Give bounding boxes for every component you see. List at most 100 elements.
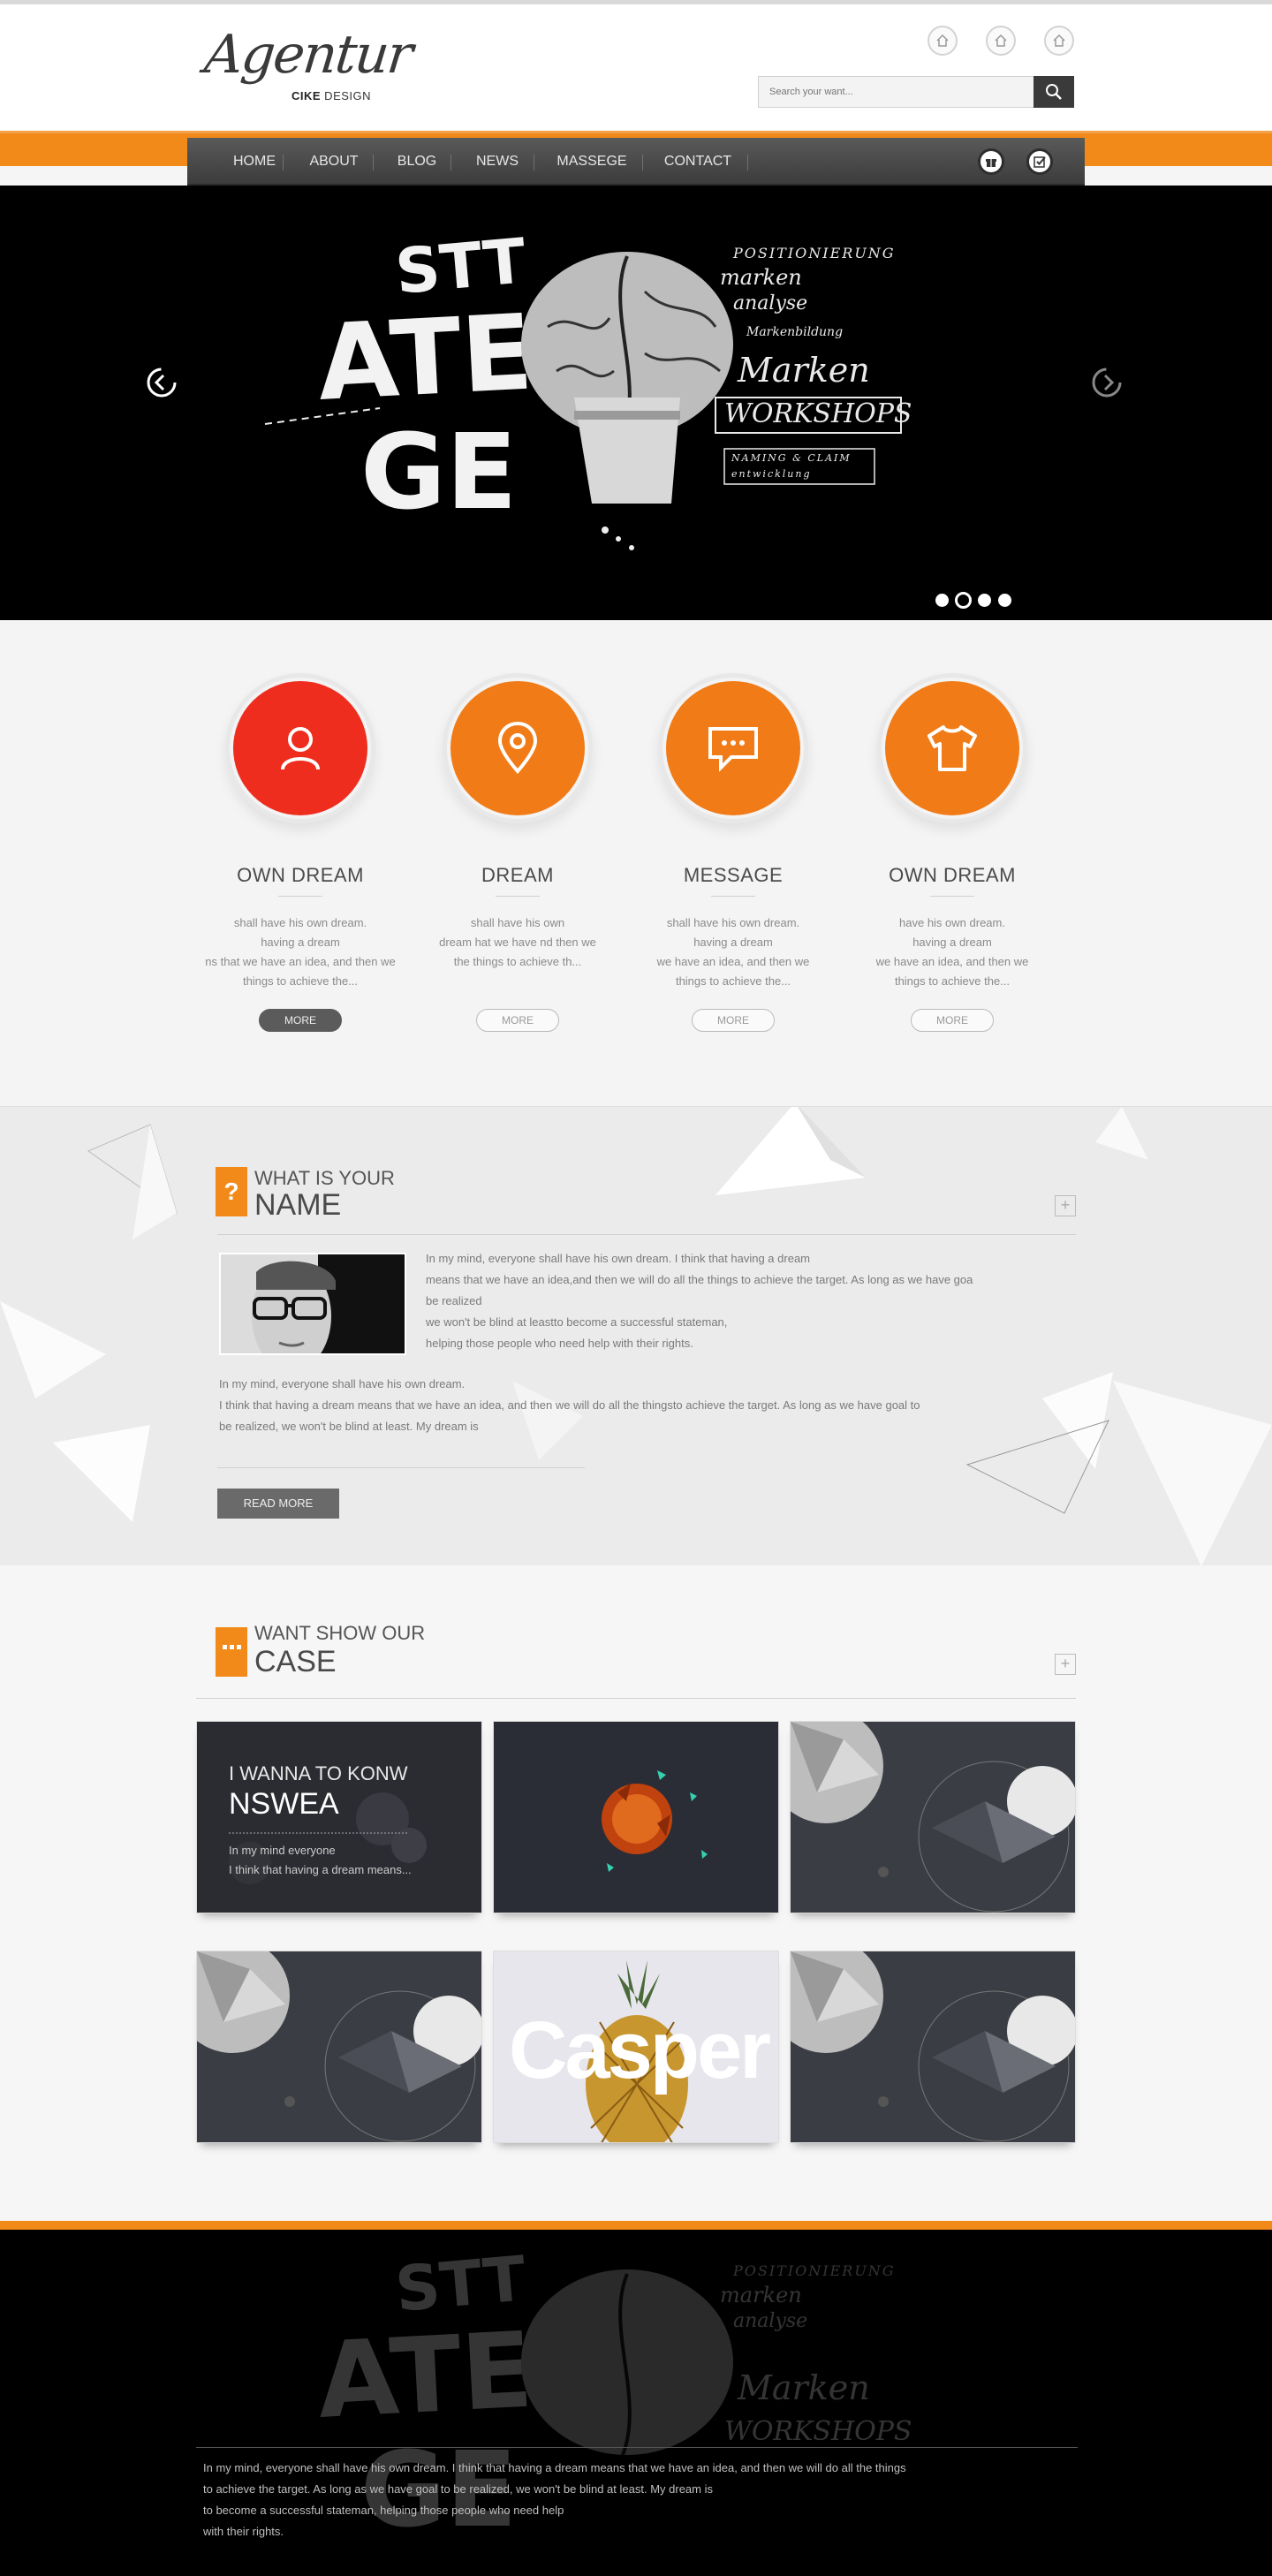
nav-item-contact[interactable]: CONTACT [645,138,751,186]
service-card: DREAM shall have his own dream hat we hav… [407,673,628,1044]
nav-divider [642,155,643,170]
expand-button[interactable]: + [1055,1654,1076,1675]
about-side-text: In my mind, everyone shall have his own … [426,1252,973,1350]
service-card: OWN DREAM have his own dream. having a dr… [842,673,1063,1044]
service-icon-circle[interactable] [225,673,375,823]
brain-illustration [521,252,733,504]
section-subtitle: WHAT IS YOUR [254,1167,395,1189]
footer-accent-bar [0,2221,1272,2230]
case-tile-feature[interactable]: I WANNA TO KONW NSWEA In my mind everyon… [196,1721,482,1913]
service-title: DREAM [481,864,554,886]
service-card: MESSAGE shall have his own dream. having … [623,673,844,1044]
question-icon: ? [216,1167,247,1216]
portrait-image [219,1253,406,1355]
case-feature-text: I think that having a dream means... [229,1863,412,1876]
slider-dot[interactable] [998,594,1011,607]
hero-note: WORKSHOPS [724,398,912,429]
case-feature-text: In my mind everyone [229,1844,336,1857]
text-divider [217,1467,585,1468]
slider-next-arrow[interactable] [1086,362,1127,403]
service-description: shall have his own dream hat we have nd t… [439,916,596,968]
section-divider [217,1234,1076,1235]
footer-art-note: WORKSHOPS [724,2416,912,2447]
home-icon[interactable] [928,26,958,56]
hero-note: analyse [733,292,807,314]
service-card: OWN DREAM shall have his own dream. havin… [190,673,411,1044]
read-more-button[interactable]: READ MORE [217,1489,339,1519]
hero-artwork: STT ATE GE POSITIONIERUNG marken analyse… [264,224,912,550]
service-divider [711,896,755,897]
main-nav: HOME ABOUT BLOG NEWS MASSEGE CONTACT [187,138,1085,186]
hero-note: Markenbildung [746,325,843,339]
slider-dot[interactable] [978,594,991,607]
logo[interactable]: Agentur CIKE DESIGN [201,24,414,114]
check-icon[interactable] [1026,148,1053,175]
expand-button[interactable]: + [1055,1195,1076,1216]
about-section: ? WHAT IS YOUR NAME + In my mind, everyo… [0,1106,1272,1565]
service-title: OWN DREAM [237,864,364,886]
logo-script: Agentur [201,24,415,86]
hero-note: marken [720,265,802,290]
chat-icon [708,727,758,772]
section-title: CASE [254,1645,337,1678]
search-button[interactable] [1034,76,1074,108]
service-title: MESSAGE [683,864,784,886]
orange-sphere-image [494,1722,778,1913]
header: Agentur CIKE DESIGN [0,4,1272,131]
service-icon-circle[interactable] [443,673,593,823]
tshirt-icon [928,725,977,771]
hero-note: entwicklung [731,468,812,480]
home-icon[interactable] [986,26,1016,56]
case-icon [216,1627,247,1677]
footer-art-note: analyse [733,2310,807,2332]
casper-wordmark: Casper [509,2005,771,2095]
lowpoly-moon-image [791,1722,1075,1913]
nav-divider [373,155,374,170]
about-body-text: In my mind, everyone shall have his own … [219,1377,920,1433]
nav-item-news[interactable]: NEWS [456,138,539,186]
more-button[interactable]: MORE [692,1009,775,1032]
case-tile[interactable] [196,1951,482,2143]
service-divider [278,896,322,897]
hero-note: NAMING & CLAIM [731,452,852,464]
nav-item-about[interactable]: ABOUT [292,138,376,186]
hero-slider: STT ATE GE POSITIONIERUNG marken analyse… [0,186,1272,620]
section-subtitle: WANT SHOW OUR [254,1622,426,1644]
service-icon-circle[interactable] [877,673,1027,823]
hero-word: GE [360,411,517,533]
case-tile[interactable] [790,1951,1076,2143]
service-description: have his own dream. having a dream we have… [875,916,1029,988]
slider-dot-active[interactable] [955,592,972,609]
nav-divider [283,155,284,170]
case-tile[interactable] [790,1721,1076,1913]
case-feature-line1: I WANNA TO KONW [229,1762,408,1784]
search-input[interactable] [759,77,1033,107]
search-box [758,76,1074,108]
slider-prev-arrow[interactable] [141,362,182,403]
case-tile[interactable] [493,1721,779,1913]
section-title: NAME [254,1188,342,1222]
more-button[interactable]: MORE [476,1009,559,1032]
nav-item-massege[interactable]: MASSEGE [539,138,645,186]
footer-art-word: ATE [314,2308,535,2442]
more-button[interactable]: MORE [911,1009,994,1032]
nav-item-blog[interactable]: BLOG [377,138,457,186]
footer: STT ATE GE POSITIONIERUNG marken analyse… [0,2230,1272,2576]
slider-dot[interactable] [935,594,949,607]
service-divider [930,896,974,897]
slider-dots [932,590,1020,610]
service-description: shall have his own dream. having a dream n… [205,916,396,988]
user-icon [281,727,320,770]
hero-word: ATE [314,291,535,424]
more-button[interactable]: MORE [259,1009,342,1032]
service-icon-circle[interactable] [658,673,808,823]
case-section: WANT SHOW OUR CASE + I WANNA TO KONW NSW… [0,1565,1272,2224]
lowpoly-moon-image [197,1951,481,2142]
section-divider [196,1698,1076,1699]
home-icon[interactable] [1044,26,1074,56]
nav-divider [747,155,748,170]
lowpoly-moon-image [791,1951,1075,2142]
gift-icon[interactable] [978,148,1004,175]
footer-art-note: Marken [737,2368,870,2407]
case-tile[interactable]: Casper [493,1951,779,2143]
